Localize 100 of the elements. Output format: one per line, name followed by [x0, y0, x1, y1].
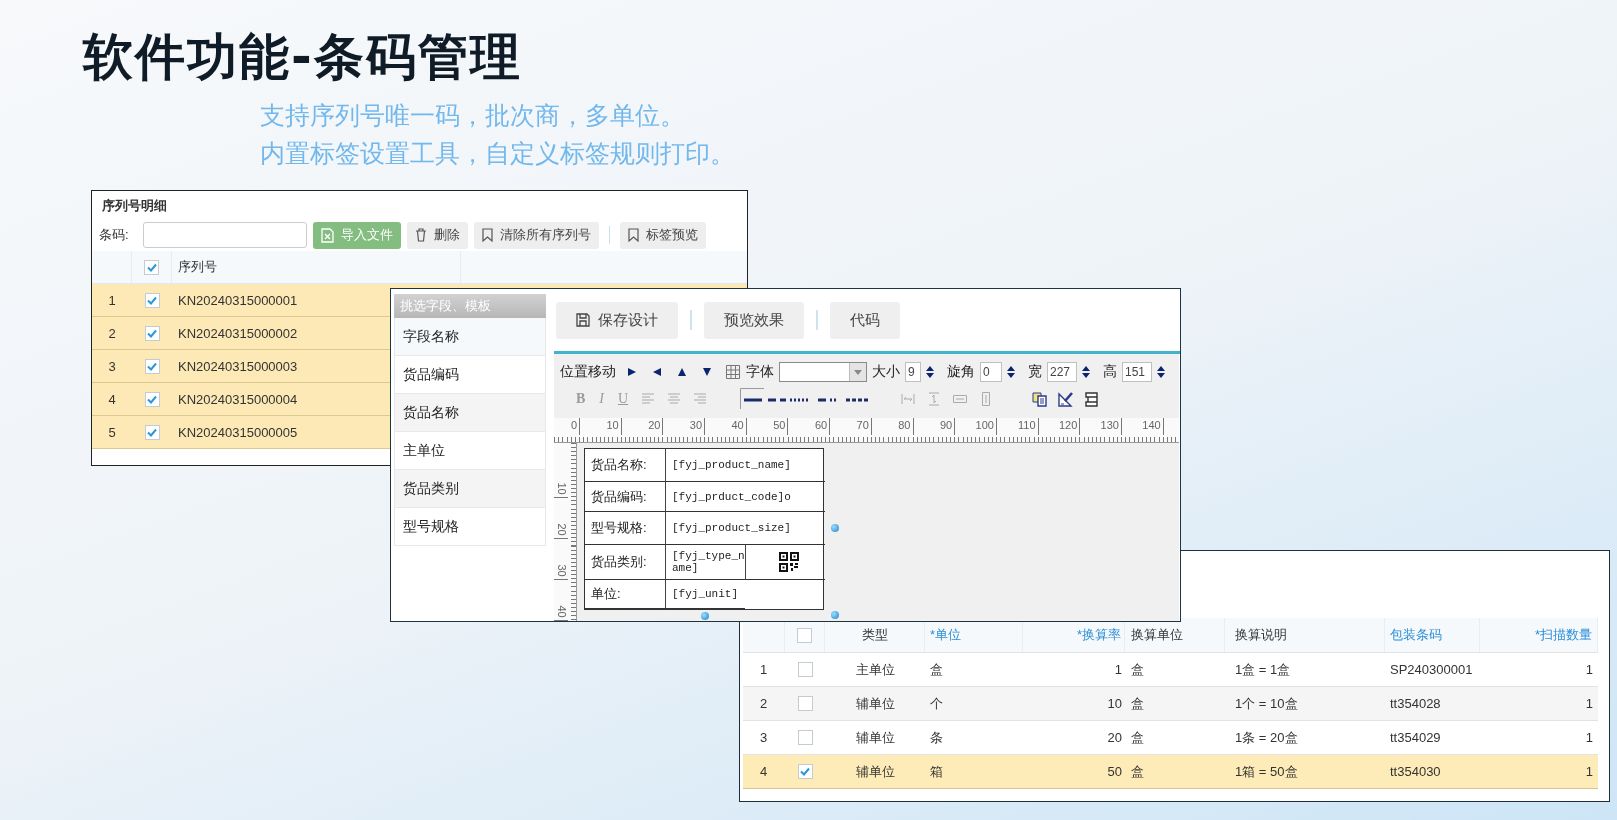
field-placeholder: [fyj_product_name] [665, 449, 825, 482]
spinner-icon[interactable] [1007, 365, 1015, 379]
action-button[interactable]: 预览效果 [704, 301, 804, 339]
spinner-icon[interactable] [1157, 365, 1165, 379]
resize-handle[interactable] [831, 524, 839, 532]
table-cell: 盒 [1131, 694, 1144, 713]
table-cell: tt354029 [1390, 730, 1441, 745]
save-icon [576, 313, 590, 327]
checkbox[interactable] [797, 627, 812, 643]
table-cell: 主单位 [855, 660, 895, 679]
toolbar-button[interactable]: 标签预览 [619, 221, 706, 249]
field-list-item[interactable]: 型号规格 [394, 508, 546, 546]
checkbox[interactable] [797, 696, 813, 711]
toolbar-button[interactable]: 清除所有序列号 [473, 221, 599, 249]
table-cell: 1 [1585, 662, 1593, 677]
label-text: 货品编码: [585, 482, 665, 512]
spinner-icon[interactable] [926, 365, 934, 379]
ruler-pencil-icon[interactable] [1058, 391, 1075, 407]
row-number: 5 [107, 424, 117, 440]
height-field[interactable]: 151 [1122, 362, 1152, 382]
field-list-item[interactable]: 货品编码 [394, 356, 546, 394]
table-cell: 辅单位 [855, 762, 895, 781]
spinner-icon[interactable] [1082, 365, 1090, 379]
table-cell: KN20240315000002 [178, 325, 298, 341]
toolbar-label: 高 [1103, 363, 1117, 381]
label-layout[interactable]: 货品名称: [fyj_product_name] 货品编码: [fyj_prduct_code]o 型号规格: [fyj_product_size] 货品类别: [fyj_type_name] 单位: [fyj_unit] [584, 448, 824, 610]
checkbox[interactable] [144, 391, 160, 407]
panel-header: 挑选字段、模板 [394, 294, 546, 318]
table-row[interactable]: 2 辅单位 个 10 盒 1个 = 10盒 tt354028 1 [743, 687, 1598, 721]
field-list-item[interactable]: 主单位 [394, 432, 546, 470]
table-cell: 1个 = 10盒 [1235, 694, 1298, 713]
table-cell: KN20240315000005 [178, 424, 298, 440]
label-text: 型号规格: [585, 512, 665, 545]
row-number: 2 [760, 696, 768, 711]
checkbox[interactable] [797, 764, 813, 779]
grid-icon[interactable] [725, 364, 741, 380]
ruler-number: 140 [1142, 419, 1161, 431]
action-button[interactable]: 代码 [830, 301, 900, 339]
ruler-number: 20 [648, 419, 661, 431]
table-cell: tt354030 [1390, 764, 1441, 779]
table-row[interactable]: 4 辅单位 箱 50 盒 1箱 = 50盒 tt354030 1 [743, 755, 1598, 789]
resize-handle[interactable] [701, 612, 709, 620]
table-cell: 条 [930, 728, 943, 747]
checkbox[interactable] [797, 730, 813, 745]
table-cell: KN20240315000001 [178, 292, 298, 308]
down-arrow-icon[interactable] [702, 367, 712, 377]
rotation-field[interactable]: 0 [980, 362, 1002, 382]
sheets-icon[interactable] [1084, 391, 1101, 407]
row-number: 2 [107, 325, 117, 341]
toolbar-button[interactable]: 删除 [406, 221, 468, 249]
document-icon[interactable] [1032, 391, 1049, 407]
resize-handle[interactable] [831, 611, 839, 619]
slide-title: 软件功能-条码管理 [83, 27, 523, 88]
size-field[interactable]: 9 [905, 362, 921, 382]
table-cell: 1箱 = 50盒 [1235, 762, 1298, 781]
font-select[interactable] [779, 362, 867, 382]
row-number: 1 [760, 662, 768, 677]
right-arrow-icon[interactable] [627, 367, 637, 377]
field-placeholder: [fyj_product_size] [665, 512, 825, 545]
ruler-number: 120 [1058, 419, 1078, 431]
width-field[interactable]: 227 [1047, 362, 1077, 382]
column-header: 包装条码 [1390, 626, 1442, 644]
toolbar-label: 位置移动 [560, 363, 616, 381]
table-cell: 盒 [930, 660, 943, 679]
field-placeholder: [fyj_unit] [665, 580, 745, 609]
table-cell: KN20240315000004 [178, 391, 298, 407]
toolbar-label: 旋角 [947, 363, 975, 381]
table-cell: 个 [930, 694, 943, 713]
up-arrow-icon[interactable] [677, 367, 687, 377]
barcode-field[interactable] [142, 222, 307, 248]
ruler-number: 80 [898, 419, 911, 431]
ruler-number: 40 [555, 605, 567, 618]
checkbox[interactable] [144, 424, 160, 440]
table-cell: 1条 = 20盒 [1235, 728, 1298, 747]
toolbar-label: 宽 [1028, 363, 1042, 381]
checkbox[interactable] [797, 662, 813, 677]
row-number: 1 [107, 292, 117, 308]
row-number: 3 [107, 358, 117, 374]
left-arrow-icon[interactable] [652, 367, 662, 377]
table-cell: 盒 [1131, 728, 1144, 747]
checkbox[interactable] [144, 325, 160, 341]
ruler-number: 90 [939, 419, 953, 431]
toolbar-label: 字体 [746, 363, 774, 381]
action-button[interactable]: 保存设计 [556, 301, 678, 339]
ruler-number: 20 [555, 523, 567, 536]
ruler-number: 130 [1100, 419, 1119, 431]
ruler-number: 70 [856, 419, 869, 431]
checkbox[interactable] [144, 292, 160, 308]
ruler-number: 10 [606, 419, 619, 431]
table-cell: 1 [1585, 764, 1593, 779]
field-list-item[interactable]: 货品名称 [394, 394, 546, 432]
checkbox[interactable] [144, 259, 159, 275]
checkbox[interactable] [144, 358, 160, 374]
field-list-item[interactable]: 货品类别 [394, 470, 546, 508]
column-header: *单位 [930, 626, 962, 644]
ruler-number: 50 [773, 419, 786, 431]
table-cell: 1 [1114, 662, 1122, 677]
toolbar-label: 大小 [872, 363, 900, 381]
table-cell: 20 [1107, 730, 1122, 745]
subtitle-text: 支持序列号唯一码，批次商，多单位。 [260, 100, 685, 131]
